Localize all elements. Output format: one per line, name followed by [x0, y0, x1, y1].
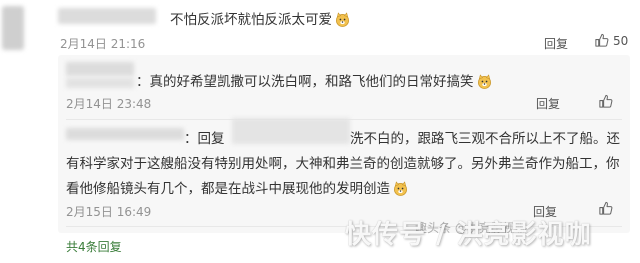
doge-emoji-icon	[336, 12, 349, 27]
thumbs-up-icon[interactable]	[598, 94, 613, 109]
view-all-replies-link[interactable]: 共4条回复	[66, 238, 122, 255]
reply-text-line3: 看他修船镜头有几个，都是在战斗中展现他的发明创造	[66, 177, 408, 197]
reply-username-blurred[interactable]	[66, 78, 134, 88]
like-count: 50	[613, 33, 629, 48]
comment-date: 2月14日 21:16	[60, 37, 146, 51]
username-blurred[interactable]	[58, 8, 156, 24]
comment-reply-button[interactable]: 回复	[544, 35, 568, 52]
reply-text-line1a: ：回复	[184, 131, 225, 147]
thumbs-up-icon	[595, 33, 609, 47]
comment-text: 不怕反派坏就怕反派太可爱	[170, 8, 350, 28]
reply-username-blurred[interactable]	[66, 62, 134, 76]
doge-emoji-icon	[394, 181, 407, 196]
reply-reply-button[interactable]: 回复	[536, 95, 560, 112]
avatar[interactable]	[2, 6, 24, 50]
reply-text-line1b: 洗不白的，跟路飞三观不合所以上不了船。还	[350, 131, 620, 147]
comment-like-button[interactable]: 50	[594, 33, 628, 48]
reply-date: 2月15日 16:49	[66, 205, 152, 219]
reply-text-line2: 有科学家对于这艘船没有特别用处啊，大神和弗兰奇的创造就够了。另外弗兰奇作为船工，…	[66, 156, 620, 172]
reply-username-blurred[interactable]	[66, 128, 184, 140]
reply-text: ：真的好希望凯撒可以洗白啊，和路飞他们的日常好搞笑	[136, 70, 492, 90]
thumbs-up-icon[interactable]	[598, 201, 613, 216]
doge-emoji-icon	[477, 74, 491, 89]
reply-date: 2月14日 23:48	[66, 97, 152, 111]
mention-blurred[interactable]	[232, 118, 350, 144]
watermark: 快传号 / 洪亮影视咖	[345, 220, 592, 250]
